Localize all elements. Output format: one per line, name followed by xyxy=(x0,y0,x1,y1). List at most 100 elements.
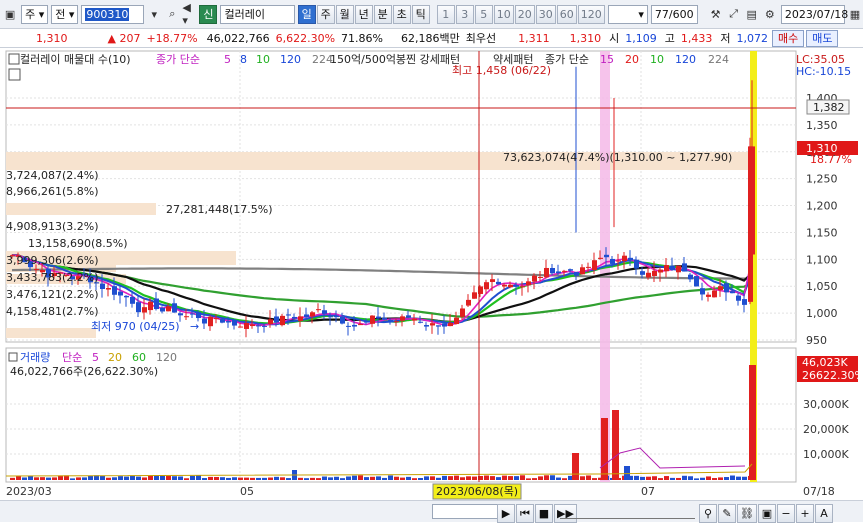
candle xyxy=(142,307,147,313)
interval-button-20[interactable]: 20 xyxy=(514,4,535,24)
rewind-button[interactable]: ⏮ xyxy=(516,504,534,523)
price-legend-ma: 종가 단순 xyxy=(156,53,200,66)
tool-icon-2[interactable]: ▣ xyxy=(757,504,776,523)
text-button[interactable]: A xyxy=(814,504,833,523)
speaker-icon[interactable]: ◀ ▾ xyxy=(182,1,198,27)
buy-button[interactable]: 매수 xyxy=(771,29,805,47)
volume-bar xyxy=(736,476,741,480)
volume-bar xyxy=(10,477,15,480)
interval-button-30[interactable]: 30 xyxy=(535,4,556,24)
price-change: ▲ 207 xyxy=(107,31,141,45)
volume-bar xyxy=(562,478,567,480)
volume-bar xyxy=(400,477,405,480)
price-legend-period: 15 xyxy=(600,53,614,66)
tab-6[interactable]: 틱 xyxy=(411,4,430,24)
volume-bar xyxy=(310,477,315,480)
tab-5[interactable]: 초 xyxy=(392,4,411,24)
zoom-slider[interactable] xyxy=(560,505,695,519)
interval-button-3[interactable]: 3 xyxy=(455,4,474,24)
volume-bar xyxy=(658,478,663,480)
dropdown-icon[interactable]: ▾ xyxy=(146,6,162,23)
volume-bar xyxy=(250,477,255,480)
open-price: 1,109 xyxy=(625,31,657,45)
plus-button[interactable]: + xyxy=(795,504,814,523)
save-icon[interactable]: ▤ xyxy=(744,6,760,23)
candle xyxy=(676,265,681,273)
tab-2[interactable]: 월 xyxy=(335,4,354,24)
candle xyxy=(724,283,729,293)
chart-area[interactable]: 1,4001,3501,3001,2501,2001,1501,1001,050… xyxy=(0,48,863,500)
candle xyxy=(430,323,435,326)
volume-bar xyxy=(238,477,243,480)
volume-bar xyxy=(670,477,675,480)
sell-button[interactable]: 매도 xyxy=(806,29,839,47)
best-bid: 1,310 xyxy=(569,31,602,45)
price-legend-period: 8 xyxy=(240,53,247,66)
candle xyxy=(682,263,687,272)
interval-dropdown[interactable]: ▾ xyxy=(607,4,648,24)
resize-icon[interactable]: ⤢ xyxy=(726,6,742,23)
volume-bar xyxy=(412,478,417,480)
volume-bar xyxy=(22,477,27,480)
volume-bar xyxy=(520,475,525,480)
tool-icon[interactable]: ⚒ xyxy=(708,6,724,23)
count-input[interactable]: 77/600 xyxy=(650,4,698,24)
volume-bar xyxy=(394,476,399,480)
volume-profile-label: 3,999,306(2.6%) xyxy=(6,254,99,267)
period-select[interactable]: 전 ▾ xyxy=(51,4,79,24)
volume-bar xyxy=(688,476,693,480)
market-select[interactable]: 주 ▾ xyxy=(21,4,49,24)
volume-bar xyxy=(136,476,141,480)
volume-bar xyxy=(700,477,705,480)
gear-icon[interactable]: ⚙ xyxy=(762,6,778,23)
volume-profile-label: 4,908,913(3.2%) xyxy=(6,220,99,233)
interval-button-1[interactable]: 1 xyxy=(436,4,455,24)
volume-bar xyxy=(88,475,93,480)
candle xyxy=(304,314,309,317)
candle xyxy=(424,325,429,327)
date-input[interactable]: 2023/07/18 xyxy=(780,4,848,24)
volume-bar xyxy=(538,476,543,480)
draw-icon[interactable]: ✎ xyxy=(718,504,736,523)
volume-profile-label: 8,966,261(5.8%) xyxy=(6,185,99,198)
stop-button[interactable]: ■ xyxy=(535,504,553,523)
stock-chart[interactable]: 1,4001,3501,3001,2501,2001,1501,1001,050… xyxy=(0,48,863,500)
window-icon[interactable]: ▣ xyxy=(2,6,18,23)
volume-bar xyxy=(544,475,549,480)
tab-4[interactable]: 분 xyxy=(373,4,392,24)
link-icon[interactable]: ⛓ xyxy=(737,504,757,523)
stock-code-input[interactable]: 900310 xyxy=(81,4,145,24)
interval-button-10[interactable]: 10 xyxy=(493,4,514,24)
interval-button-60[interactable]: 60 xyxy=(556,4,577,24)
zoom-icon[interactable]: ⚲ xyxy=(699,504,717,523)
volume-bar xyxy=(388,475,393,480)
volume-bar xyxy=(382,477,387,480)
date-axis-tick: 07 xyxy=(641,485,655,498)
candle xyxy=(166,306,171,312)
play-button[interactable]: ▶ xyxy=(497,504,515,523)
tab-1[interactable]: 주 xyxy=(316,4,335,24)
stock-name-value: 컬러레이 xyxy=(224,8,265,21)
candle xyxy=(418,321,423,323)
volume-bar xyxy=(328,477,333,480)
volume-bar xyxy=(148,475,153,480)
candle xyxy=(628,257,633,261)
tab-3[interactable]: 년 xyxy=(354,4,373,24)
new-tag[interactable]: 신 xyxy=(199,4,218,24)
minus-button[interactable]: − xyxy=(776,504,795,523)
stock-name-field[interactable]: 컬러레이 xyxy=(220,4,295,24)
calendar-icon[interactable]: ▦ xyxy=(847,6,863,23)
interval-button-120[interactable]: 120 xyxy=(577,4,605,24)
volume-bar xyxy=(142,477,147,480)
candle xyxy=(652,270,657,276)
volume-bar xyxy=(454,475,459,480)
candle xyxy=(292,316,297,319)
candle xyxy=(514,285,519,287)
search-icon[interactable]: ⌕ xyxy=(164,6,180,23)
candle xyxy=(580,267,585,275)
candle xyxy=(484,282,489,290)
volume-bar xyxy=(466,476,471,480)
candle xyxy=(454,317,459,325)
interval-button-5[interactable]: 5 xyxy=(474,4,493,24)
tab-0[interactable]: 일 xyxy=(297,4,316,24)
